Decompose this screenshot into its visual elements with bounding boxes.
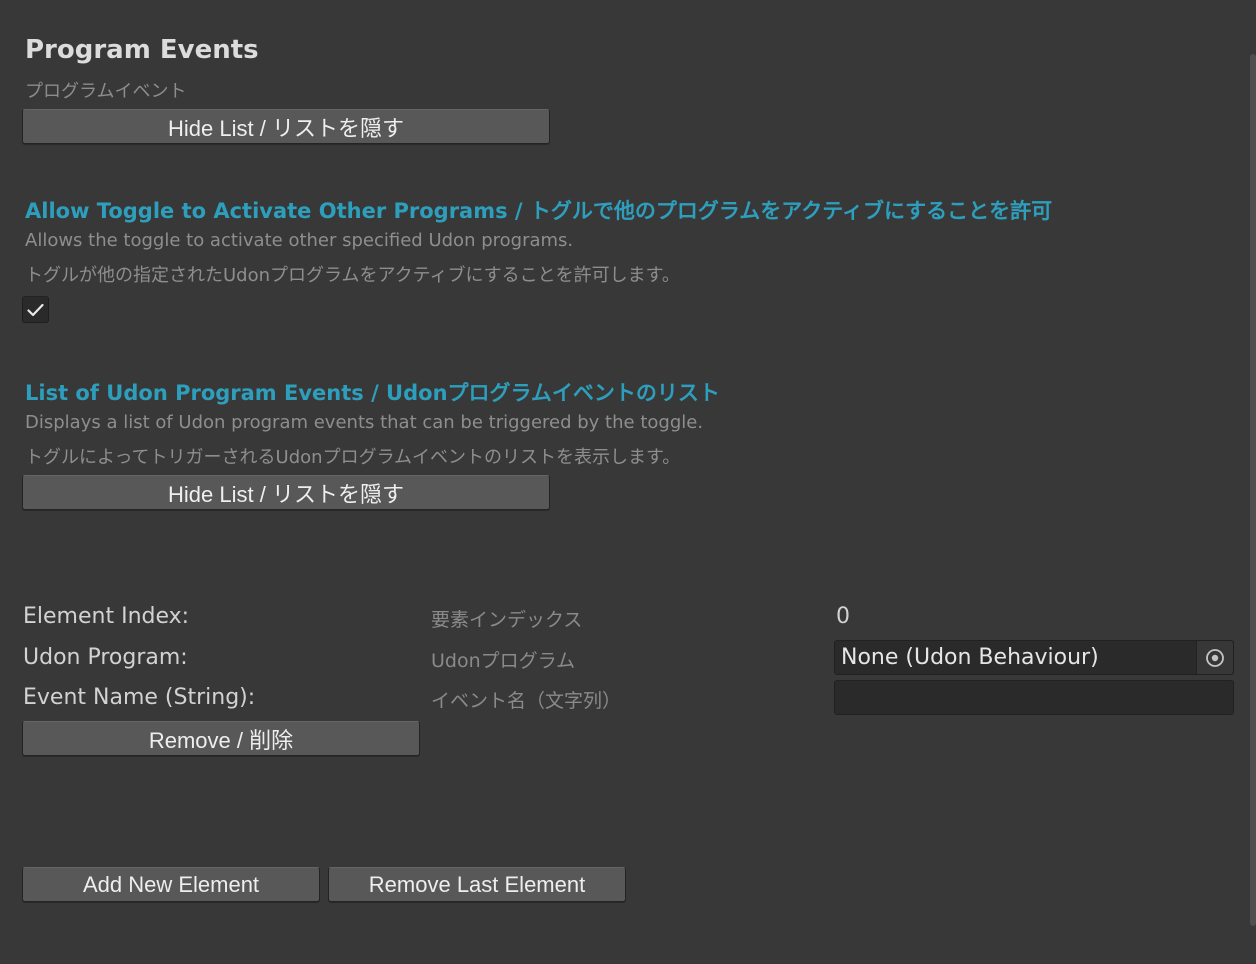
- add-new-element-button[interactable]: Add New Element: [22, 867, 320, 902]
- allow-toggle-checkbox[interactable]: [22, 296, 49, 323]
- event-name-label-jp: イベント名（文字列）: [431, 690, 622, 712]
- allow-toggle-description-jp: トグルが他の指定されたUdonプログラムをアクティブにすることを許可します。: [25, 265, 680, 286]
- object-picker-button[interactable]: [1196, 641, 1233, 674]
- page-subtitle: プログラムイベント: [25, 81, 187, 102]
- udon-program-label-jp: Udonプログラム: [431, 650, 576, 672]
- target-icon: [1205, 648, 1225, 668]
- element-index-label: Element Index:: [23, 604, 190, 629]
- event-name-label: Event Name (String):: [23, 685, 256, 710]
- page-title: Program Events: [25, 35, 259, 65]
- remove-last-element-button[interactable]: Remove Last Element: [328, 867, 626, 902]
- element-index-value: 0: [836, 604, 850, 629]
- checkmark-icon: [27, 303, 44, 317]
- events-list-description-jp: トグルによってトリガーされるUdonプログラムイベントのリストを表示します。: [25, 447, 681, 468]
- udon-program-label: Udon Program:: [23, 645, 188, 670]
- udon-program-field[interactable]: None (Udon Behaviour): [834, 640, 1234, 675]
- allow-toggle-heading: Allow Toggle to Activate Other Programs …: [25, 199, 1053, 223]
- hide-list-button-2[interactable]: Hide List / リストを隠す: [22, 475, 550, 510]
- vertical-scrollbar[interactable]: [1250, 54, 1256, 926]
- allow-toggle-description-en: Allows the toggle to activate other spec…: [25, 230, 574, 251]
- hide-list-button[interactable]: Hide List / リストを隠す: [22, 109, 550, 144]
- events-list-heading: List of Udon Program Events / Udonプログラムイ…: [25, 381, 720, 405]
- udon-program-value: None (Udon Behaviour): [841, 645, 1099, 670]
- element-index-label-jp: 要素インデックス: [431, 609, 583, 631]
- remove-button[interactable]: Remove / 削除: [22, 721, 420, 756]
- events-list-description-en: Displays a list of Udon program events t…: [25, 412, 704, 433]
- event-name-input[interactable]: [834, 680, 1234, 715]
